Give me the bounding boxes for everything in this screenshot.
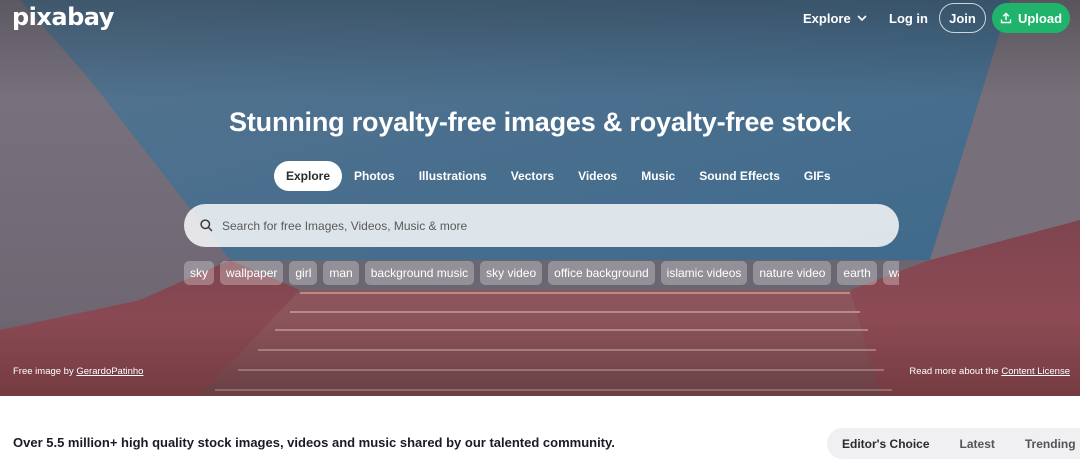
search-chip[interactable]: wallpaper	[220, 261, 284, 285]
search-bar[interactable]	[184, 204, 899, 247]
explore-menu-label: Explore	[803, 11, 851, 26]
hero-title: Stunning royalty-free images & royalty-f…	[229, 107, 851, 137]
login-link[interactable]: Log in	[889, 11, 928, 26]
tab-gifs[interactable]: GIFs	[792, 161, 843, 191]
search-chip[interactable]: man	[323, 261, 359, 285]
search-chip[interactable]: wallpaper	[882, 261, 899, 285]
upload-icon	[1000, 12, 1012, 24]
trending-search-chips: sky wallpaper girl man background music …	[184, 261, 899, 285]
sort-editors-choice[interactable]: Editor's Choice	[842, 437, 930, 451]
license-prefix: Read more about the	[909, 366, 999, 377]
tab-music[interactable]: Music	[629, 161, 687, 191]
top-navigation: pixabay Explore Log in Join Upload	[0, 0, 1080, 38]
upload-button[interactable]: Upload	[992, 3, 1070, 33]
search-chip[interactable]: sky video	[480, 261, 543, 285]
chevron-down-icon	[857, 15, 867, 22]
search-chip[interactable]: sky	[184, 261, 214, 285]
join-button[interactable]: Join	[939, 3, 986, 33]
sort-latest[interactable]: Latest	[960, 437, 995, 451]
search-chip[interactable]: office background	[548, 261, 655, 285]
tab-videos[interactable]: Videos	[566, 161, 629, 191]
tab-photos[interactable]: Photos	[342, 161, 407, 191]
explore-menu-button[interactable]: Explore	[803, 11, 867, 26]
tab-explore[interactable]: Explore	[274, 161, 343, 191]
search-icon	[200, 219, 213, 232]
media-type-tabs: Explore Photos Illustrations Vectors Vid…	[274, 161, 843, 191]
search-chip[interactable]: earth	[837, 261, 877, 285]
search-chip[interactable]: girl	[289, 261, 318, 285]
search-chip[interactable]: islamic videos	[660, 261, 748, 285]
hero-background-image	[0, 0, 1080, 396]
sort-trending[interactable]: Trending	[1025, 437, 1076, 451]
community-tagline: Over 5.5 million+ high quality stock ima…	[13, 435, 615, 450]
search-chip[interactable]: background music	[364, 261, 475, 285]
credit-prefix: Free image by	[13, 366, 74, 377]
image-credit: Free image by GerardoPatinho	[13, 366, 143, 377]
license-note: Read more about the Content License	[909, 366, 1070, 377]
tab-vectors[interactable]: Vectors	[499, 161, 566, 191]
pixabay-logo[interactable]: pixabay	[12, 3, 114, 31]
credit-author-link[interactable]: GerardoPatinho	[76, 366, 143, 377]
content-license-link[interactable]: Content License	[1001, 366, 1070, 377]
tab-sound-effects[interactable]: Sound Effects	[687, 161, 792, 191]
search-input[interactable]	[222, 218, 862, 233]
upload-label: Upload	[1017, 10, 1063, 26]
sort-options: Editor's Choice Latest Trending	[827, 428, 1080, 459]
hero-banner: pixabay Explore Log in Join Upload Stunn…	[0, 0, 1080, 396]
search-chip[interactable]: nature video	[753, 261, 832, 285]
tab-illustrations[interactable]: Illustrations	[407, 161, 499, 191]
